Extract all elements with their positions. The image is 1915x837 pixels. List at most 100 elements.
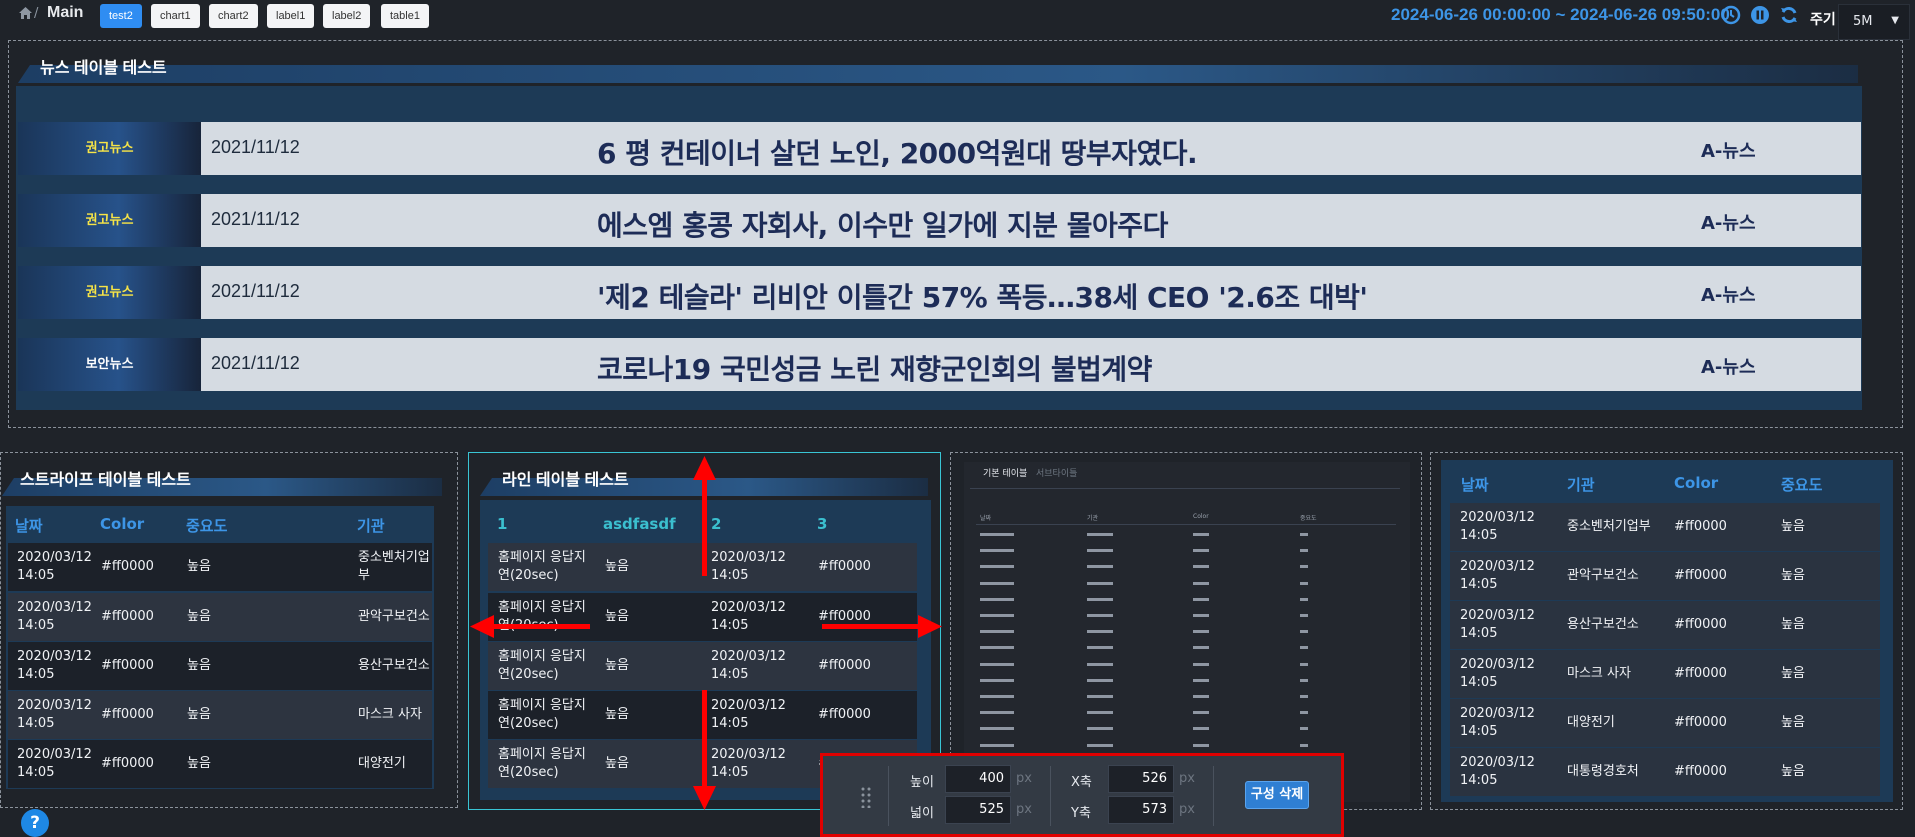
column-header[interactable]: 날짜 — [15, 515, 43, 536]
news-title-bar — [18, 65, 1858, 83]
column-header[interactable]: 기관 — [357, 515, 385, 536]
chevron-down-icon: ▼ — [1891, 15, 1899, 26]
resize-arrow-left-icon[interactable] — [470, 614, 590, 638]
mini-cell — [1300, 646, 1308, 650]
table-row[interactable]: 2020/03/12 14:05 #ff0000 높음 용산구보건소 — [8, 642, 432, 690]
resize-arrow-down-icon[interactable] — [692, 690, 716, 810]
cell-date: 2020/03/12 — [17, 600, 92, 615]
home-icon[interactable] — [19, 7, 32, 22]
column-header[interactable]: 중요도 — [1781, 474, 1822, 495]
mini-cell — [1300, 743, 1308, 747]
news-row[interactable]: 보안뉴스 2021/11/12 코로나19 국민성금 노린 재향군인회의 불법계… — [18, 338, 1861, 391]
mini-tab-active[interactable]: 기본 테이블 — [983, 466, 1027, 479]
table-row[interactable]: 2020/03/12 14:05 #ff0000 높음 대양전기 — [8, 740, 432, 788]
height-label: 높이 — [910, 775, 934, 790]
mini-cell — [1300, 695, 1308, 698]
tab-chart2[interactable]: chart2 — [209, 4, 258, 28]
x-input[interactable]: 526 — [1108, 765, 1174, 793]
cell-time: 14:05 — [711, 618, 749, 633]
table-row[interactable]: 2020/03/12 14:05 #ff0000 높음 관악구보건소 — [8, 593, 432, 641]
cell-color: #ff0000 — [1674, 666, 1727, 681]
tab-test2[interactable]: test2 — [100, 4, 142, 28]
cell-time: 14:05 — [1460, 724, 1498, 739]
tab-table1[interactable]: table1 — [381, 4, 429, 28]
tab-chart1[interactable]: chart1 — [151, 4, 200, 28]
cell-date: 2020/03/12 — [711, 698, 786, 713]
table-row[interactable]: 홈페이지 응답지 연(20sec) 높음 2020/03/12 14:05 #f… — [488, 642, 917, 690]
cell-desc: 연(20sec) — [498, 568, 559, 583]
time-range[interactable]: 2024-06-26 00:00:00 ~ 2024-06-26 09:50:0… — [1391, 5, 1730, 25]
mini-cell — [1193, 646, 1209, 650]
cell-org: 대양전기 — [1567, 715, 1615, 730]
cell-level: 높음 — [187, 609, 211, 624]
column-header[interactable]: Color — [100, 515, 144, 533]
news-headline: 6 평 컨테이너 살던 노인, 2000억원대 땅부자였다. — [597, 137, 1198, 170]
cell-level: 높음 — [605, 559, 629, 574]
news-row[interactable]: 권고뉴스 2021/11/12 '제2 테슬라' 리비안 이틀간 57% 폭등…… — [18, 266, 1861, 319]
cell-org: 마스크 사자 — [1567, 666, 1631, 681]
news-source: A-뉴스 — [1701, 213, 1756, 234]
cell-level: 높음 — [187, 756, 211, 771]
mini-cell — [1193, 678, 1209, 682]
cell-time: 14:05 — [711, 667, 749, 682]
height-input[interactable]: 400 — [945, 765, 1011, 793]
clock-icon[interactable] — [1721, 5, 1741, 25]
help-icon[interactable]: ? — [21, 809, 49, 837]
pause-icon[interactable] — [1750, 5, 1770, 25]
column-header[interactable]: 3 — [817, 515, 827, 533]
mini-cell — [1087, 581, 1113, 585]
refresh-icon[interactable] — [1779, 5, 1799, 25]
cell-color: #ff0000 — [818, 707, 871, 722]
table-row[interactable]: 2020/03/12 14:05 #ff0000 높음 마스크 사자 — [8, 691, 432, 739]
cell-date: 2020/03/12 — [17, 550, 92, 565]
news-row[interactable]: 권고뉴스 2021/11/12 에스엠 홍콩 자회사, 이수만 일가에 지분 몰… — [18, 194, 1861, 247]
mini-cell — [1087, 549, 1113, 553]
mini-cell — [1087, 743, 1113, 747]
mini-tab-inactive[interactable]: 서브타이틀 — [1036, 466, 1077, 479]
page-title: Main — [47, 4, 84, 21]
mini-cell — [980, 743, 1014, 747]
divider — [888, 766, 889, 826]
tab-label1[interactable]: label1 — [267, 4, 315, 28]
mini-cell — [1193, 533, 1209, 536]
table-row[interactable]: 2020/03/12 14:05 #ff0000 높음 중소벤처기업 부 — [8, 543, 432, 591]
table-row[interactable]: 2020/03/12 14:05 마스크 사자 #ff0000 높음 — [1450, 650, 1880, 698]
column-header[interactable]: 기관 — [1567, 474, 1595, 495]
period-select[interactable]: 5M ▼ — [1838, 4, 1910, 40]
cell-color: #ff0000 — [1674, 617, 1727, 632]
table-row[interactable]: 2020/03/12 14:05 관악구보건소 #ff0000 높음 — [1450, 552, 1880, 600]
table-row[interactable]: 2020/03/12 14:05 대통령경호처 #ff0000 높음 — [1450, 748, 1880, 796]
mini-cell — [980, 695, 1014, 698]
column-header[interactable]: 1 — [497, 515, 507, 533]
table-row[interactable]: 2020/03/12 14:05 대양전기 #ff0000 높음 — [1450, 699, 1880, 747]
column-header[interactable]: 날짜 — [1461, 474, 1489, 495]
cell-date: 2020/03/12 — [1460, 657, 1535, 672]
x-label: X축 — [1071, 775, 1092, 790]
column-header: 날짜 — [980, 515, 992, 522]
drag-handle-icon[interactable] — [861, 786, 871, 812]
resize-arrow-right-icon[interactable] — [822, 614, 942, 638]
tab-label2[interactable]: label2 — [323, 4, 371, 28]
mini-cell — [980, 549, 1014, 553]
column-header[interactable]: Color — [1674, 474, 1718, 492]
resize-arrow-up-icon[interactable] — [692, 456, 716, 578]
divider — [970, 488, 1400, 489]
period-label: 주기 — [1810, 12, 1836, 28]
column-header[interactable]: 중요도 — [186, 515, 227, 536]
y-unit: px — [1179, 802, 1195, 817]
delete-component-button[interactable]: 구성 삭제 — [1245, 781, 1309, 809]
cell-color: #ff0000 — [101, 756, 154, 771]
top-bar: / Main test2 chart1 chart2 label1 label2… — [0, 0, 1915, 40]
column-header[interactable]: asdfasdf — [603, 515, 676, 533]
y-input[interactable]: 573 — [1108, 796, 1174, 824]
mini-cell — [980, 614, 1014, 617]
table-row[interactable]: 2020/03/12 14:05 중소벤처기업부 #ff0000 높음 — [1450, 503, 1880, 551]
mini-cell — [1087, 614, 1113, 617]
table-row[interactable]: 2020/03/12 14:05 용산구보건소 #ff0000 높음 — [1450, 601, 1880, 649]
cell-time: 14:05 — [711, 568, 749, 583]
cell-time: 14:05 — [17, 568, 55, 583]
width-input[interactable]: 525 — [945, 796, 1011, 824]
news-row[interactable]: 권고뉴스 2021/11/12 6 평 컨테이너 살던 노인, 2000억원대 … — [18, 122, 1861, 175]
cell-color: #ff0000 — [1674, 519, 1727, 534]
mini-cell — [1193, 581, 1209, 585]
